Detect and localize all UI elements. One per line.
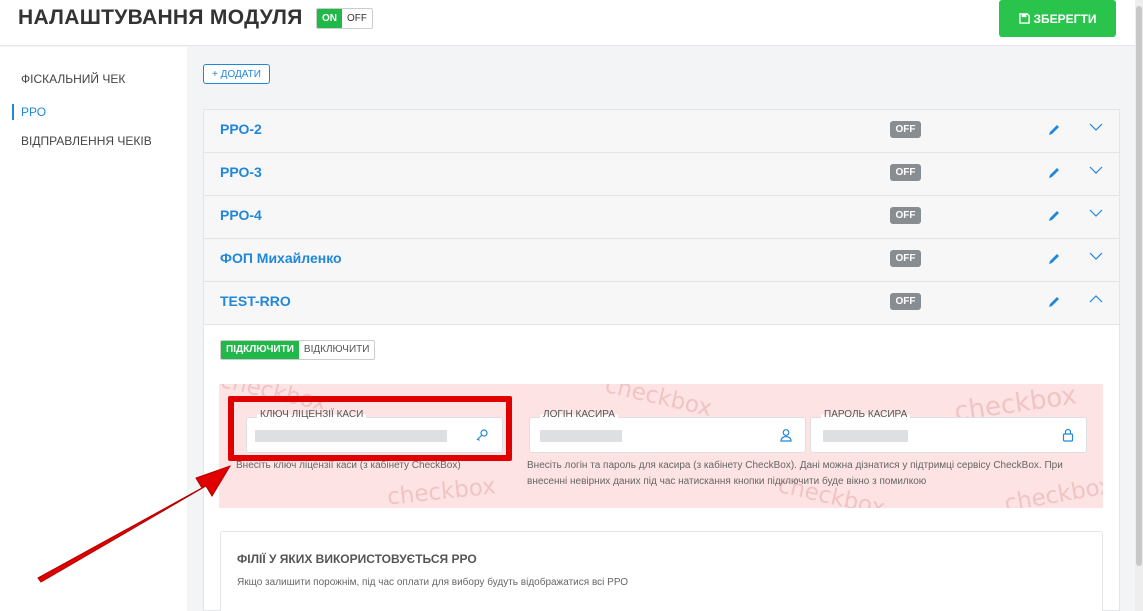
branches-title: ФІЛІЇ У ЯКИХ ВИКОРИСТОВУЄТЬСЯ РРО	[237, 552, 477, 566]
rro-row[interactable]: ФОП Михайленко OFF	[204, 239, 1119, 282]
sidebar-item-sending-receipts[interactable]: ВІДПРАВЛЕННЯ ЧЕКІВ	[21, 134, 152, 148]
pencil-icon[interactable]	[1047, 209, 1061, 223]
rro-row[interactable]: РРО-2 OFF	[204, 110, 1119, 153]
rro-title[interactable]: ФОП Михайленко	[220, 250, 342, 266]
pencil-icon[interactable]	[1047, 123, 1061, 137]
status-badge: OFF	[890, 250, 921, 267]
pencil-icon[interactable]	[1047, 295, 1061, 309]
page-title: НАЛАШТУВАННЯ МОДУЛЯ	[18, 6, 303, 29]
highlight-box	[228, 396, 512, 461]
rro-row[interactable]: РРО-4 OFF	[204, 196, 1119, 239]
sidebar-item-rro[interactable]: РРО	[21, 105, 46, 119]
rro-title[interactable]: РРО-2	[220, 121, 262, 137]
sidebar-active-marker	[12, 104, 14, 120]
chevron-down-icon[interactable]	[1089, 250, 1103, 262]
branches-hint: Якщо залишити порожнім, під час оплати д…	[237, 577, 629, 588]
sidebar: ФІСКАЛЬНИЙ ЧЕК РРО ВІДПРАВЛЕННЯ ЧЕКІВ	[0, 47, 187, 611]
rro-title[interactable]: TEST-RRO	[220, 293, 291, 309]
watermark: checkbox	[385, 473, 497, 508]
cashier-password-field[interactable]: ПАРОЛЬ КАСИРА	[810, 409, 1087, 453]
cashier-login-field[interactable]: ЛОГІН КАСИРА	[529, 409, 806, 453]
rro-title[interactable]: РРО-4	[220, 207, 262, 223]
lock-icon	[1062, 428, 1074, 442]
branches-section: ФІЛІЇ У ЯКИХ ВИКОРИСТОВУЄТЬСЯ РРО Якщо з…	[220, 531, 1103, 611]
module-toggle[interactable]: ON OFF	[316, 8, 373, 29]
cashier-password-label: ПАРОЛЬ КАСИРА	[821, 409, 911, 420]
scrollbar-thumb[interactable]	[1136, 6, 1142, 566]
cashier-login-value	[540, 430, 622, 442]
user-icon	[780, 429, 792, 442]
pencil-icon[interactable]	[1047, 252, 1061, 266]
toggle-off[interactable]: OFF	[342, 9, 372, 28]
rro-title[interactable]: РРО-3	[220, 164, 262, 180]
connect-toggle[interactable]: ПІДКЛЮЧИТИ ВІДКЛЮЧИТИ	[220, 340, 376, 360]
sidebar-item-fiscal-receipt[interactable]: ФІСКАЛЬНИЙ ЧЕК	[21, 72, 125, 86]
chevron-down-icon[interactable]	[1089, 207, 1103, 219]
chevron-down-icon[interactable]	[1089, 164, 1103, 176]
disconnect-button[interactable]: ВІДКЛЮЧИТИ	[298, 341, 375, 359]
cashier-login-label: ЛОГІН КАСИРА	[540, 409, 618, 420]
save-button[interactable]: ЗБЕРЕГТИ	[999, 0, 1116, 37]
rro-row-expanded[interactable]: TEST-RRO OFF	[204, 282, 1119, 325]
connect-button[interactable]: ПІДКЛЮЧИТИ	[221, 341, 299, 359]
chevron-down-icon[interactable]	[1089, 121, 1103, 133]
add-rro-button[interactable]: + ДОДАТИ	[203, 64, 270, 84]
status-badge: OFF	[890, 164, 921, 181]
save-label: ЗБЕРЕГТИ	[1033, 11, 1097, 26]
floppy-icon	[1018, 13, 1030, 24]
status-badge: OFF	[890, 293, 921, 310]
status-badge: OFF	[890, 207, 921, 224]
status-badge: OFF	[890, 121, 921, 138]
cashier-password-value	[823, 430, 908, 442]
chevron-up-icon[interactable]	[1089, 293, 1103, 305]
credentials-hint: Внесіть логін та пароль для касира (з ка…	[527, 460, 1063, 487]
toggle-on[interactable]: ON	[317, 9, 342, 28]
rro-row[interactable]: РРО-3 OFF	[204, 153, 1119, 196]
pencil-icon[interactable]	[1047, 166, 1061, 180]
header-bar: НАЛАШТУВАННЯ МОДУЛЯ ON OFF ЗБЕРЕГТИ	[0, 0, 1143, 46]
